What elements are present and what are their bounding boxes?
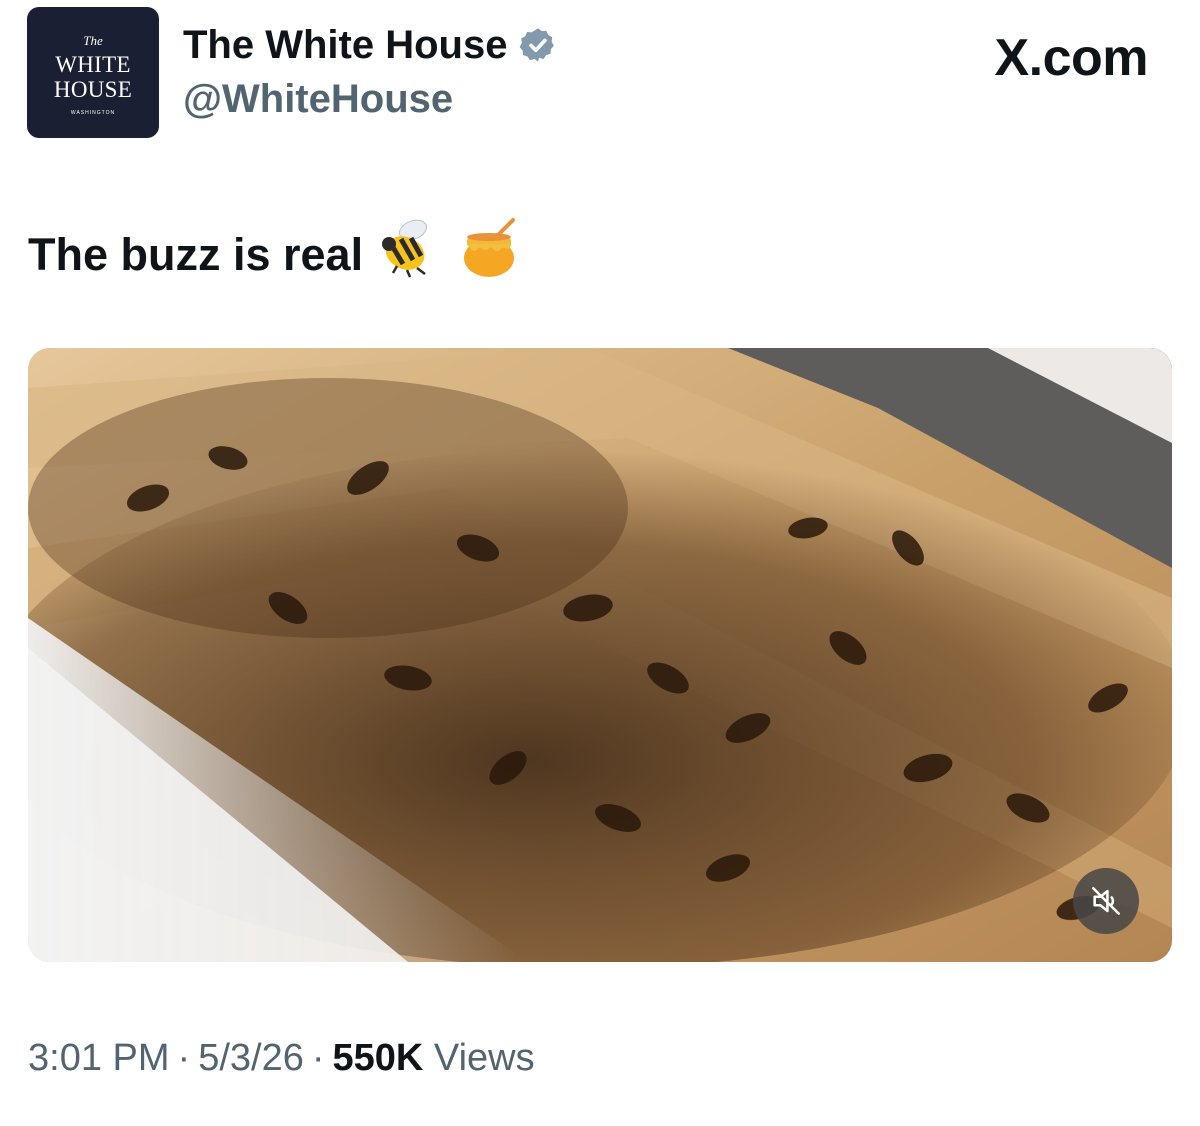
- tweet-meta: 3:01 PM · 5/3/26 · 550K Views: [28, 1033, 535, 1083]
- meta-separator: ·: [177, 1037, 191, 1079]
- sound-off-icon: [1091, 886, 1121, 916]
- brand-domain: .com: [1028, 29, 1149, 87]
- bees-on-hive-frames-image: [28, 348, 1172, 962]
- tweet-text: The buzz is real: [28, 228, 364, 280]
- avatar-text-washington: WASHINGTON: [70, 109, 116, 116]
- x-logo-icon: X: [994, 29, 1029, 87]
- verified-badge-icon: [519, 26, 557, 64]
- x-com-logo: X.com: [994, 28, 1148, 88]
- tweet-date[interactable]: 5/3/26: [198, 1037, 304, 1079]
- meta-separator: ·: [311, 1037, 325, 1079]
- views-label: Views: [433, 1037, 535, 1079]
- avatar[interactable]: The WHITE HOUSE WASHINGTON: [27, 7, 159, 138]
- display-name-row[interactable]: The White House: [183, 21, 557, 69]
- mute-toggle-button[interactable]: [1073, 868, 1139, 934]
- tweet-time[interactable]: 3:01 PM: [28, 1037, 170, 1079]
- user-handle[interactable]: @WhiteHouse: [183, 75, 453, 123]
- honey-pot-emoji-icon: [461, 216, 519, 293]
- bee-emoji-icon: [377, 216, 439, 293]
- tweet-video[interactable]: [28, 348, 1172, 962]
- display-name[interactable]: The White House: [183, 21, 507, 69]
- tweet-text-row: The buzz is real: [28, 216, 519, 293]
- avatar-text-house: HOUSE: [53, 76, 133, 102]
- avatar-text-the: The: [83, 32, 103, 48]
- views-count: 550K: [332, 1037, 424, 1079]
- avatar-text-white: WHITE: [55, 51, 131, 77]
